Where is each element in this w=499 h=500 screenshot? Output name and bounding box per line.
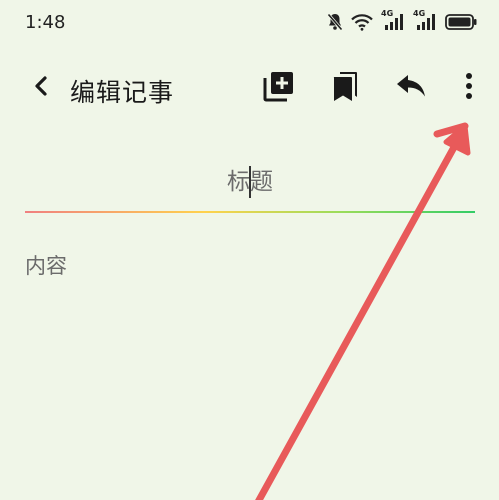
bookmarks-icon	[331, 70, 359, 106]
status-time: 1:48	[25, 12, 66, 33]
status-icons: 4G 4G	[327, 9, 477, 31]
text-cursor	[249, 166, 251, 198]
content-input[interactable]	[25, 250, 475, 480]
undo-icon	[395, 72, 427, 104]
signal-4g-icon: 4G	[381, 9, 405, 31]
title-divider	[25, 211, 475, 213]
more-vert-icon	[464, 72, 474, 104]
bookmarks-button[interactable]	[327, 70, 363, 106]
add-note-button[interactable]	[261, 70, 297, 106]
signal-4g-icon: 4G	[413, 9, 437, 31]
undo-button[interactable]	[393, 70, 429, 106]
status-bar: 1:48 4G 4G	[0, 0, 499, 48]
add-note-icon	[263, 70, 295, 106]
back-button[interactable]	[26, 72, 56, 104]
page-title: 编辑记事	[70, 78, 175, 107]
bell-muted-icon	[327, 13, 343, 31]
chevron-left-icon	[32, 75, 50, 101]
battery-icon	[445, 14, 477, 30]
more-options-button[interactable]	[451, 70, 487, 106]
toolbar: 编辑记事	[0, 60, 499, 116]
wifi-icon	[351, 13, 373, 31]
